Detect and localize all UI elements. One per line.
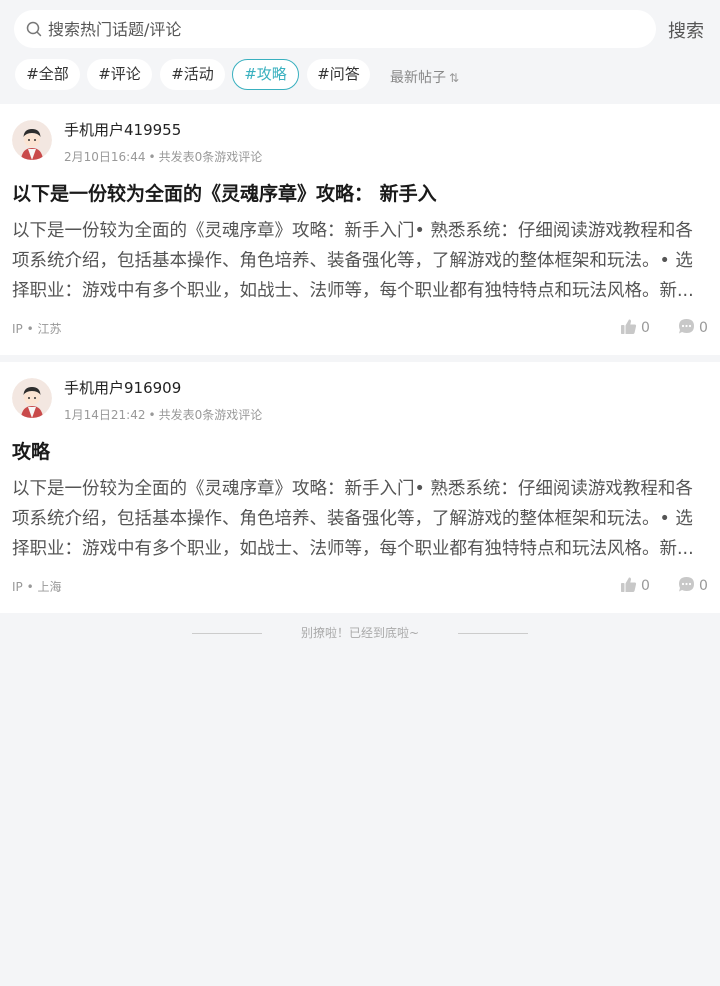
ip-location: IP • 上海 [12,580,62,594]
comment-count: 0 [699,578,708,594]
comment-bubble-icon [679,577,694,592]
post-card[interactable]: 手机用户419955 2月10日16:44 • 共发表0条游戏评论 以下是一份较为全… [0,104,720,355]
post-meta: 1月14日21:42 • 共发表0条游戏评论 [64,408,263,422]
tab-all[interactable]: #全部 [15,59,80,90]
post-date: 2月10日16:44 [64,150,146,164]
sort-label: 最新帖子 [390,70,446,86]
post-excerpt[interactable]: 以下是一份较为全面的《灵魂序章》攻略：新手入门• 熟悉系统：仔细阅读游戏教程和各… [12,474,702,564]
category-tabs: #全部 #评论 #活动 #攻略 #问答 最新帖子 ⇅ [0,58,720,94]
ip-region: 江苏 [37,322,62,336]
like-count: 0 [641,320,650,336]
ip-label: IP [12,580,23,594]
post-title[interactable]: 攻略 [12,437,50,464]
tab-events[interactable]: #活动 [160,59,225,90]
username[interactable]: 手机用户916909 [64,377,181,398]
thumbs-up-icon [621,319,637,334]
avatar[interactable] [12,378,52,418]
post-date: 1月14日21:42 [64,408,146,422]
comment-count: 0 [699,320,708,336]
like-button[interactable]: 0 [620,576,650,594]
ip-location: IP • 江苏 [12,322,62,336]
ip-label: IP [12,322,23,336]
comment-button[interactable]: 0 [678,576,708,594]
end-divider-right [458,633,528,634]
ip-region: 上海 [37,580,62,594]
avatar[interactable] [12,120,52,160]
post-meta: 2月10日16:44 • 共发表0条游戏评论 [64,150,263,164]
thumbs-up-icon [621,577,637,592]
search-box[interactable] [14,10,656,48]
review-count: 共发表0条游戏评论 [158,150,263,164]
tab-reviews[interactable]: #评论 [87,59,152,90]
search-input[interactable] [48,10,628,48]
sort-arrows-icon: ⇅ [449,71,460,85]
search-button[interactable]: 搜索 [668,17,704,43]
post-excerpt[interactable]: 以下是一份较为全面的《灵魂序章》攻略：新手入门• 熟悉系统：仔细阅读游戏教程和各… [12,216,702,306]
post-title[interactable]: 以下是一份较为全面的《灵魂序章》攻略： 新手入 [12,179,437,206]
search-bar: 搜索 [0,0,720,58]
tab-qa[interactable]: #问答 [307,59,370,90]
username[interactable]: 手机用户419955 [64,119,181,140]
sort-dropdown[interactable]: 最新帖子 ⇅ [390,67,459,87]
search-icon [26,21,42,37]
comment-button[interactable]: 0 [678,318,708,336]
tab-guides[interactable]: #攻略 [232,59,299,90]
like-count: 0 [641,578,650,594]
comment-bubble-icon [679,319,694,334]
like-button[interactable]: 0 [620,318,650,336]
post-card[interactable]: 手机用户916909 1月14日21:42 • 共发表0条游戏评论 攻略 以下是一份… [0,362,720,613]
end-of-list-text: 别撩啦！已经到底啦~ [300,626,420,640]
review-count: 共发表0条游戏评论 [158,408,263,422]
